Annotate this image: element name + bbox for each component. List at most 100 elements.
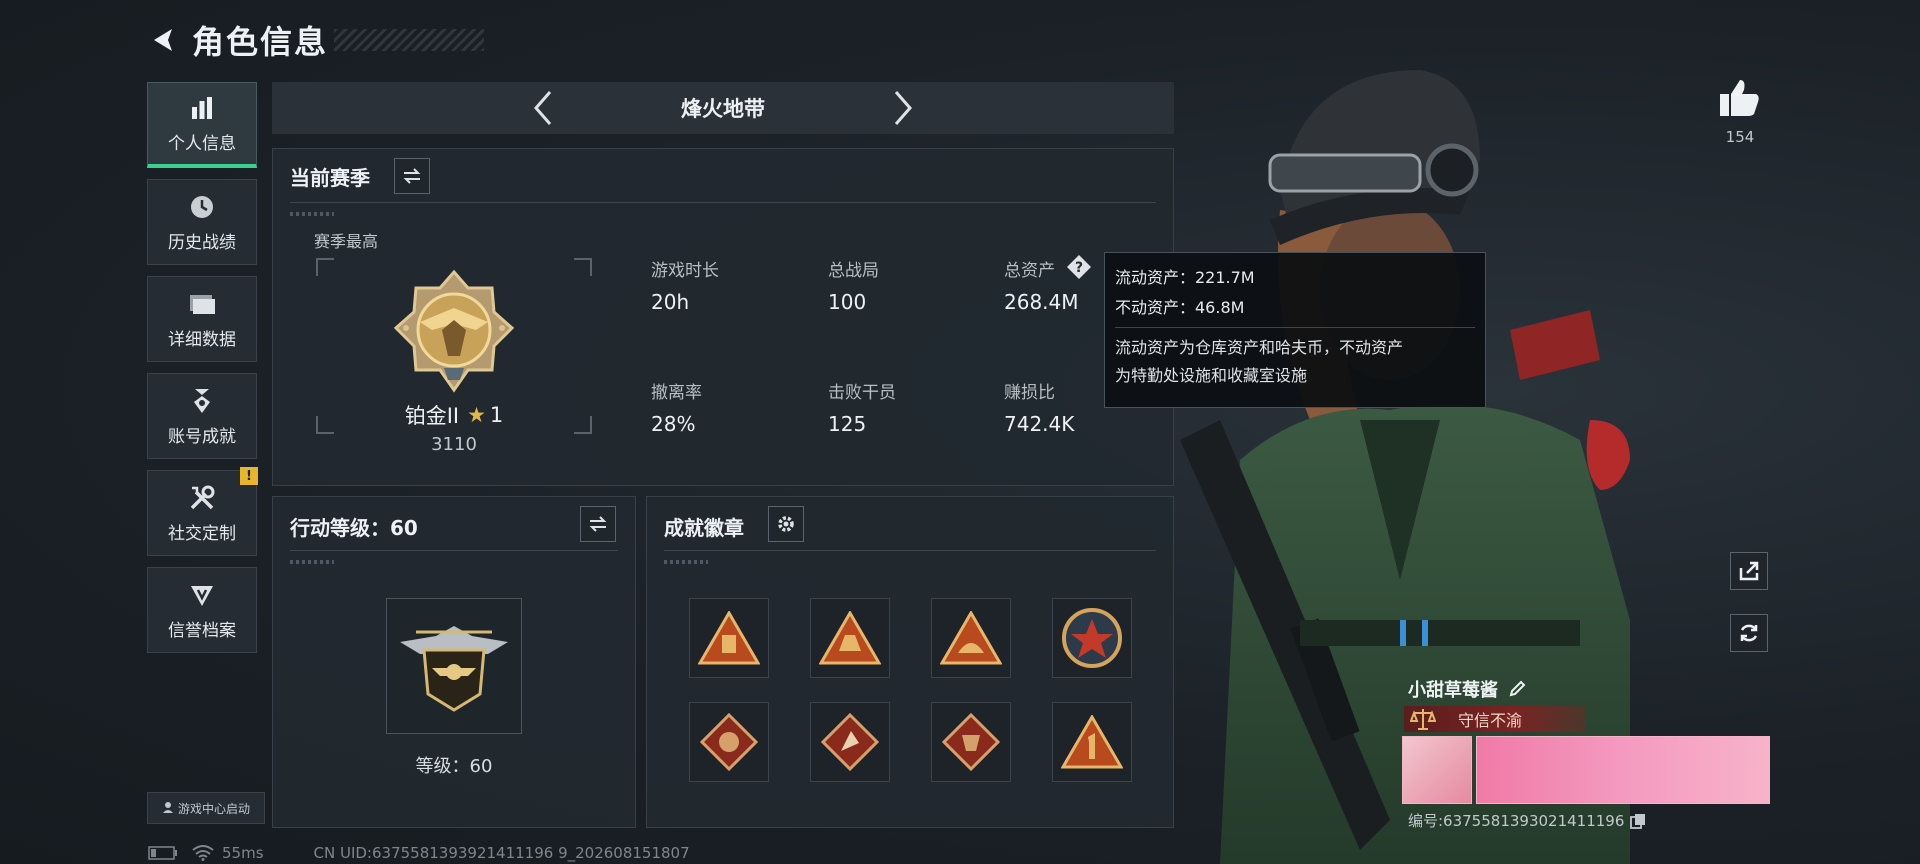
tooltip-liquid-assets: 流动资产：221.7M	[1115, 268, 1255, 287]
sidebar-item-label: 社交定制	[168, 523, 236, 544]
page-title: 角色信息	[192, 23, 329, 61]
tools-icon	[187, 483, 217, 513]
prev-mode-button[interactable]	[523, 88, 563, 128]
star-icon: ★	[467, 403, 486, 427]
stat-value-extraction-rate: 28%	[651, 412, 696, 436]
assets-tooltip: 流动资产：221.7M 不动资产：46.8M 流动资产为仓库资产和哈夫币，不动资…	[1104, 252, 1486, 408]
folder-icon	[187, 289, 217, 319]
diamond-badge-icon	[821, 713, 879, 771]
sidebar-item-personal-info[interactable]: 个人信息	[147, 82, 257, 168]
next-mode-button[interactable]	[883, 88, 923, 128]
achievement-badge-6[interactable]	[810, 702, 890, 782]
season-peak-label: 赛季最高	[314, 232, 379, 251]
season-title: 当前赛季	[290, 166, 370, 190]
rank-score: 3110	[431, 434, 477, 455]
divider	[664, 550, 1156, 551]
question-icon[interactable]: ?	[1066, 254, 1092, 280]
sidebar-item-history[interactable]: 历史战绩	[147, 179, 257, 265]
stat-value-total-assets: 268.4M	[1004, 290, 1079, 314]
level-badge-icon	[400, 626, 508, 712]
rank-name: 铂金II ★ 1	[392, 400, 516, 430]
diamond-badge-icon	[942, 713, 1000, 771]
refresh-button[interactable]	[1730, 614, 1768, 652]
stat-value-total-matches: 100	[828, 290, 867, 314]
copy-icon[interactable]	[1630, 813, 1646, 829]
thumbs-up-icon[interactable]	[1716, 74, 1764, 122]
share-icon	[1739, 561, 1759, 581]
achievement-badge-2[interactable]	[810, 598, 890, 678]
player-title-text: 守信不渝	[1458, 711, 1523, 730]
level-switch-button[interactable]	[580, 506, 616, 542]
rank-tier: 铂金II	[404, 404, 460, 428]
achievement-badge-1[interactable]	[689, 598, 769, 678]
stat-label-operators-defeated: 击败干员	[828, 383, 896, 403]
like-count: 154	[1725, 128, 1755, 146]
triangle-badge-icon	[698, 611, 760, 665]
divider	[290, 550, 618, 551]
sidebar-item-label: 账号成就	[168, 426, 236, 447]
mode-selector: 烽火地带	[272, 82, 1174, 134]
gear-icon	[778, 516, 794, 532]
sidebar-item-achievements[interactable]: 账号成就	[147, 373, 257, 459]
sidebar-item-detailed-data[interactable]: 详细数据	[147, 276, 257, 362]
tooltip-divider	[1115, 327, 1475, 328]
achievement-badge-7[interactable]	[931, 702, 1011, 782]
player-avatar-card[interactable]	[1402, 736, 1472, 804]
divider	[290, 202, 1156, 203]
uid-text: CN UID:6375581393921411196 9_20260815180…	[313, 844, 690, 862]
medal-icon	[187, 386, 217, 416]
sidebar-item-social[interactable]: ! 社交定制	[147, 467, 258, 556]
sidebar-item-reputation[interactable]: 信誉档案	[147, 567, 257, 653]
player-banner-card[interactable]	[1476, 736, 1770, 804]
share-button[interactable]	[1730, 552, 1768, 590]
sidebar-item-label: 个人信息	[168, 134, 236, 154]
divider-decoration	[664, 560, 708, 564]
stat-label-total-assets: 总资产	[1004, 261, 1055, 281]
stat-value-play-time: 20h	[651, 290, 690, 314]
triangle-badge-icon	[1061, 715, 1123, 769]
divider-decoration	[290, 560, 334, 564]
sidebar-item-label: 信誉档案	[168, 620, 236, 641]
season-switch-button[interactable]	[394, 158, 430, 194]
player-name: 小甜草莓酱	[1408, 676, 1526, 702]
game-center-label: 游戏中心启动	[177, 801, 250, 816]
back-arrow-icon[interactable]	[146, 23, 180, 57]
title-decoration	[334, 29, 485, 51]
tooltip-fixed-assets: 不动资产：46.8M	[1115, 298, 1245, 317]
achievement-badge-5[interactable]	[689, 702, 769, 782]
level-title: 行动等级：60	[290, 516, 418, 540]
mode-name: 烽火地带	[681, 97, 765, 121]
swap-icon	[403, 168, 421, 184]
achievement-badge-4[interactable]	[1052, 598, 1132, 678]
ping-text: 55ms	[222, 844, 264, 862]
diamond-badge-icon	[700, 713, 758, 771]
wifi-icon	[192, 845, 214, 861]
alert-badge: !	[240, 467, 258, 485]
sidebar: 个人信息 历史战绩 详细数据 账号成就 ! 社交定制 信誉档案	[147, 82, 258, 664]
stat-label-total-matches: 总战局	[828, 261, 879, 281]
shield-icon	[187, 580, 217, 610]
tooltip-description-line1: 流动资产为仓库资产和哈夫币，不动资产	[1115, 338, 1404, 357]
stat-value-profit-ratio: 742.4K	[1004, 412, 1075, 436]
triangle-badge-icon	[819, 611, 881, 665]
achievement-badge-8[interactable]	[1052, 702, 1132, 782]
stat-value-operators-defeated: 125	[828, 412, 867, 436]
swap-icon	[589, 516, 607, 532]
achievement-settings-button[interactable]	[768, 506, 804, 542]
triangle-badge-icon	[940, 611, 1002, 665]
divider-decoration	[290, 212, 334, 216]
status-bar: 55ms CN UID:6375581393921411196 9_202608…	[148, 844, 690, 862]
game-center-button[interactable]: 游戏中心启动	[147, 792, 265, 824]
svg-text:?: ?	[1075, 260, 1083, 276]
header: 角色信息	[146, 18, 485, 62]
edit-icon[interactable]	[1508, 680, 1526, 698]
battery-icon	[148, 846, 177, 860]
person-icon	[162, 801, 174, 816]
player-id: 编号:6375581393021411196	[1408, 810, 1646, 831]
stat-label-play-time: 游戏时长	[651, 261, 719, 281]
round-badge-icon	[1062, 608, 1122, 668]
bar-chart-icon	[187, 93, 217, 123]
achievement-badge-3[interactable]	[931, 598, 1011, 678]
sidebar-item-label: 详细数据	[168, 329, 236, 350]
achievement-title: 成就徽章	[664, 516, 744, 540]
